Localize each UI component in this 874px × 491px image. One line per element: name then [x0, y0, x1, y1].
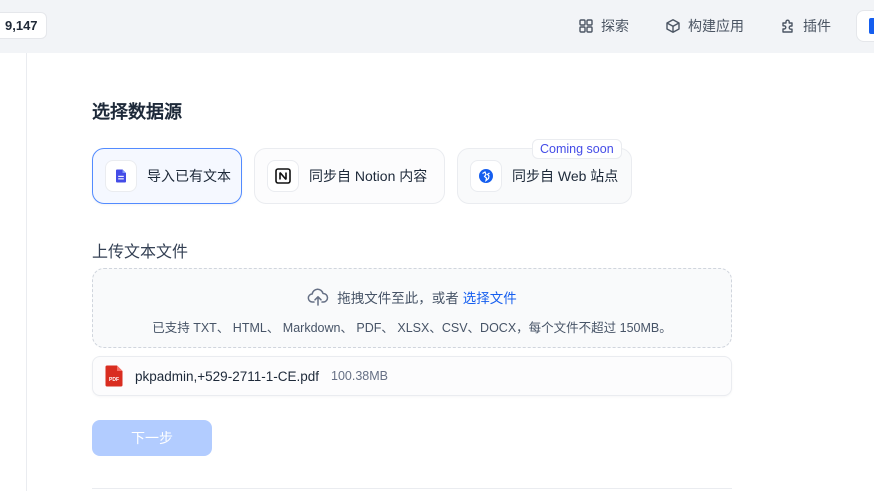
select-file-link[interactable]: 选择文件	[463, 287, 517, 307]
dropzone-prompt: 拖拽文件至此，或者	[337, 291, 459, 306]
file-dropzone[interactable]: 拖拽文件至此，或者 选择文件 已支持 TXT、 HTML、 Markdown、 …	[92, 268, 732, 348]
source-import-text[interactable]: 导入已有文本	[92, 148, 242, 204]
nav-explore[interactable]: 探索	[578, 14, 629, 38]
upload-section-title: 上传文本文件	[92, 244, 189, 261]
supported-formats-hint: 已支持 TXT、 HTML、 Markdown、 PDF、 XLSX、CSV、D…	[152, 321, 672, 335]
nav-plugins[interactable]: 插件	[780, 14, 831, 38]
next-step-button[interactable]: 下一步	[92, 420, 212, 456]
nav-plugins-label: 插件	[803, 18, 831, 34]
source-import-text-label: 导入已有文本	[147, 168, 231, 184]
page-title: 选择数据源	[92, 102, 182, 122]
workspace-icon	[869, 18, 874, 34]
source-web-label: 同步自 Web 站点	[512, 168, 619, 184]
file-size: 100.38MB	[331, 369, 388, 383]
web-icon	[479, 169, 493, 183]
coming-soon-badge: Coming soon	[532, 139, 622, 159]
source-notion[interactable]: 同步自 Notion 内容	[254, 148, 445, 204]
file-name: pkpadmin,+529-2711-1-CE.pdf	[135, 368, 319, 384]
uploaded-file-item[interactable]: PDF pkpadmin,+529-2711-1-CE.pdf 100.38MB	[92, 356, 732, 396]
puzzle-icon	[782, 19, 793, 33]
stars-count: 9,147	[5, 18, 38, 33]
grid-icon	[579, 19, 593, 33]
source-notion-label: 同步自 Notion 内容	[309, 168, 428, 184]
document-icon	[116, 169, 126, 183]
nav-build-app-label: 构建应用	[688, 18, 744, 34]
nav-build-app[interactable]: 构建应用	[665, 14, 744, 38]
cube-icon	[666, 19, 680, 33]
notion-icon	[275, 168, 291, 184]
upload-cloud-icon	[307, 288, 329, 306]
svg-text:PDF: PDF	[109, 377, 119, 383]
bottom-divider	[92, 488, 732, 489]
nav-explore-label: 探索	[601, 18, 629, 34]
top-bar: 9,147 探索 构建应用 插件	[0, 0, 874, 53]
workspace-button[interactable]	[856, 10, 874, 42]
github-stars-badge[interactable]: 9,147	[0, 12, 47, 39]
pdf-file-icon: PDF	[105, 365, 123, 387]
sidebar-divider	[26, 53, 27, 491]
